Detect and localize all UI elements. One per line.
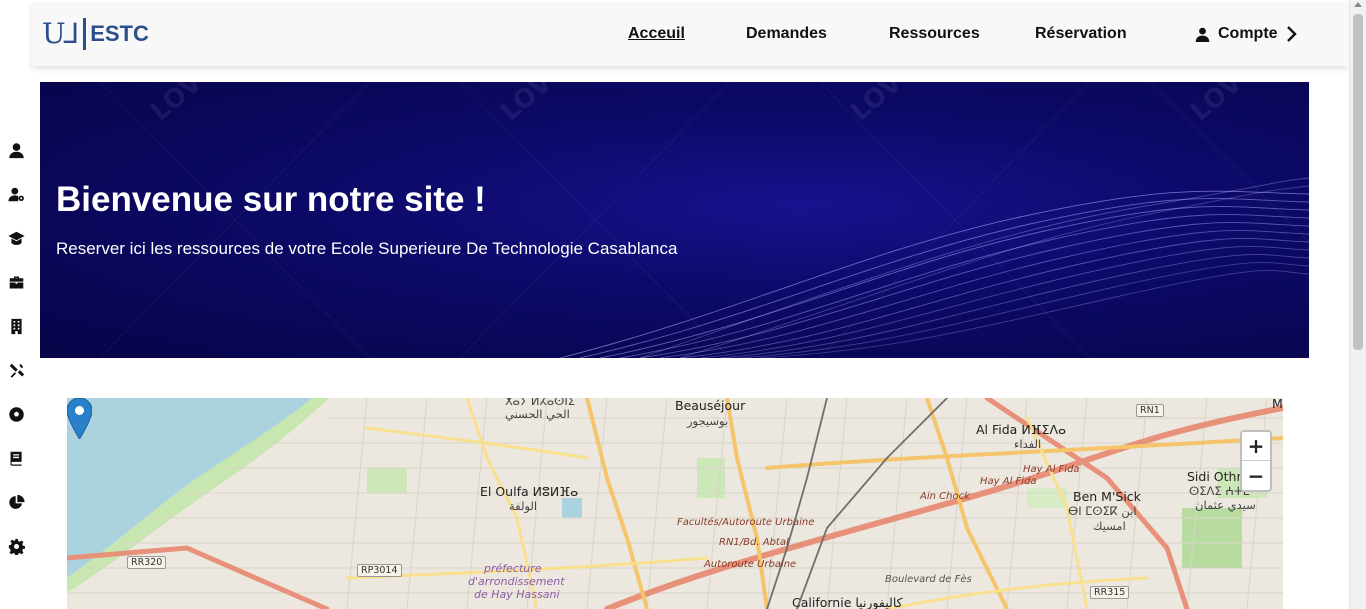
map-label: Al Fida ⵍⴼⵉⴷⴰ [976,422,1067,437]
logo-text: ESTC [90,21,149,46]
nav-link-demandes[interactable]: Demandes [746,25,827,43]
chevron-right-icon[interactable] [1285,25,1299,43]
briefcase-icon[interactable] [6,272,26,292]
map-label: ⴱⵏ ⵎⵙⵉⴽ ابن [1068,504,1137,518]
map-label: Ben M'Sick [1073,489,1141,504]
map-widget[interactable]: ⵅⴰⵢ ⵍⵃⴰⵙⵏⵉ الحي الحسني Beauséjour بوسيجو… [67,398,1283,609]
sidebar [0,0,32,609]
football-icon[interactable] [6,404,26,424]
map-label: Californie كاليفورنيا [792,595,903,609]
map-label: Beauséjour [675,398,746,413]
book-icon[interactable] [6,448,26,468]
map-label: préfecture [484,562,542,575]
map-label: سيدي عثمان [1195,498,1256,512]
account-menu[interactable]: Compte [1195,25,1278,43]
hero-subtitle: Reserver ici les ressources de votre Eco… [56,239,678,258]
map-label: بوسيجور [687,414,729,428]
map-label: Ain Chock [920,491,970,502]
logo-mark: U⅃ [42,17,79,50]
tools-icon[interactable] [6,360,26,380]
gear-icon[interactable] [6,536,26,556]
zoom-out-button[interactable]: − [1242,461,1270,490]
user-icon [1195,27,1210,42]
pie-chart-icon[interactable] [6,492,26,512]
road-shield: RR320 [127,556,167,569]
account-label: Compte [1218,25,1278,42]
svg-text:LOV: LOV [145,82,208,127]
map-label: امسيك [1093,519,1126,533]
nav-link-ressources[interactable]: Ressources [889,25,980,43]
zoom-in-button[interactable]: + [1242,432,1270,461]
map-label: Hay Al Fida [1023,464,1080,475]
estc-logo[interactable]: U⅃ ESTC [42,16,149,52]
map-label: الولفة [509,499,538,513]
map-label: Hay Al Fida [980,476,1037,487]
nav-link-acceuil[interactable]: Acceuil [628,25,685,43]
user-icon[interactable] [6,140,26,160]
map-label: de Hay Hassani [474,588,560,601]
scroll-thumb[interactable] [1353,14,1363,350]
map-label: Facultés/Autoroute Urbaine [677,517,815,528]
map-zoom-control: + − [1240,430,1272,492]
map-label: d'arrondissement [468,575,565,588]
svg-text:LOV: LOV [1185,82,1248,127]
logo-divider [83,18,87,50]
map-label: RN1/Bd. Abtal [719,537,789,548]
map-label: Boulevard de Fès [885,574,972,585]
map-label: الحي الحسني [505,407,570,421]
graduation-cap-icon[interactable] [6,228,26,248]
user-cog-icon[interactable] [6,184,26,204]
road-shield: RP3014 [357,564,402,577]
hero-title: Bienvenue sur notre site ! [56,180,486,219]
page-scrollbar[interactable] [1349,0,1366,609]
top-navbar: U⅃ ESTC Acceuil Demandes Ressources Rése… [32,2,1349,66]
map-pin-icon[interactable] [67,398,92,439]
building-icon[interactable] [6,316,26,336]
road-shield: RR315 [1090,586,1130,599]
road-shield: RN1 [1136,404,1164,417]
hero-banner: LOV LOV LOV LOV Bienvenue sur notre site… [40,82,1309,358]
map-label: الفداء [1014,437,1042,451]
svg-text:LOV: LOV [495,82,558,127]
svg-text:LOV: LOV [845,82,908,127]
map-label: El Oulfa ⵍⵓⵍⴼⴰ [480,484,579,499]
map-label: Autoroute Urbaine [704,559,797,570]
scroll-up-arrow-icon[interactable] [1354,2,1362,7]
nav-link-reservation[interactable]: Réservation [1035,25,1127,43]
hero-wave-graphic: LOV LOV LOV LOV [99,82,1309,358]
map-label: M [1272,398,1283,411]
